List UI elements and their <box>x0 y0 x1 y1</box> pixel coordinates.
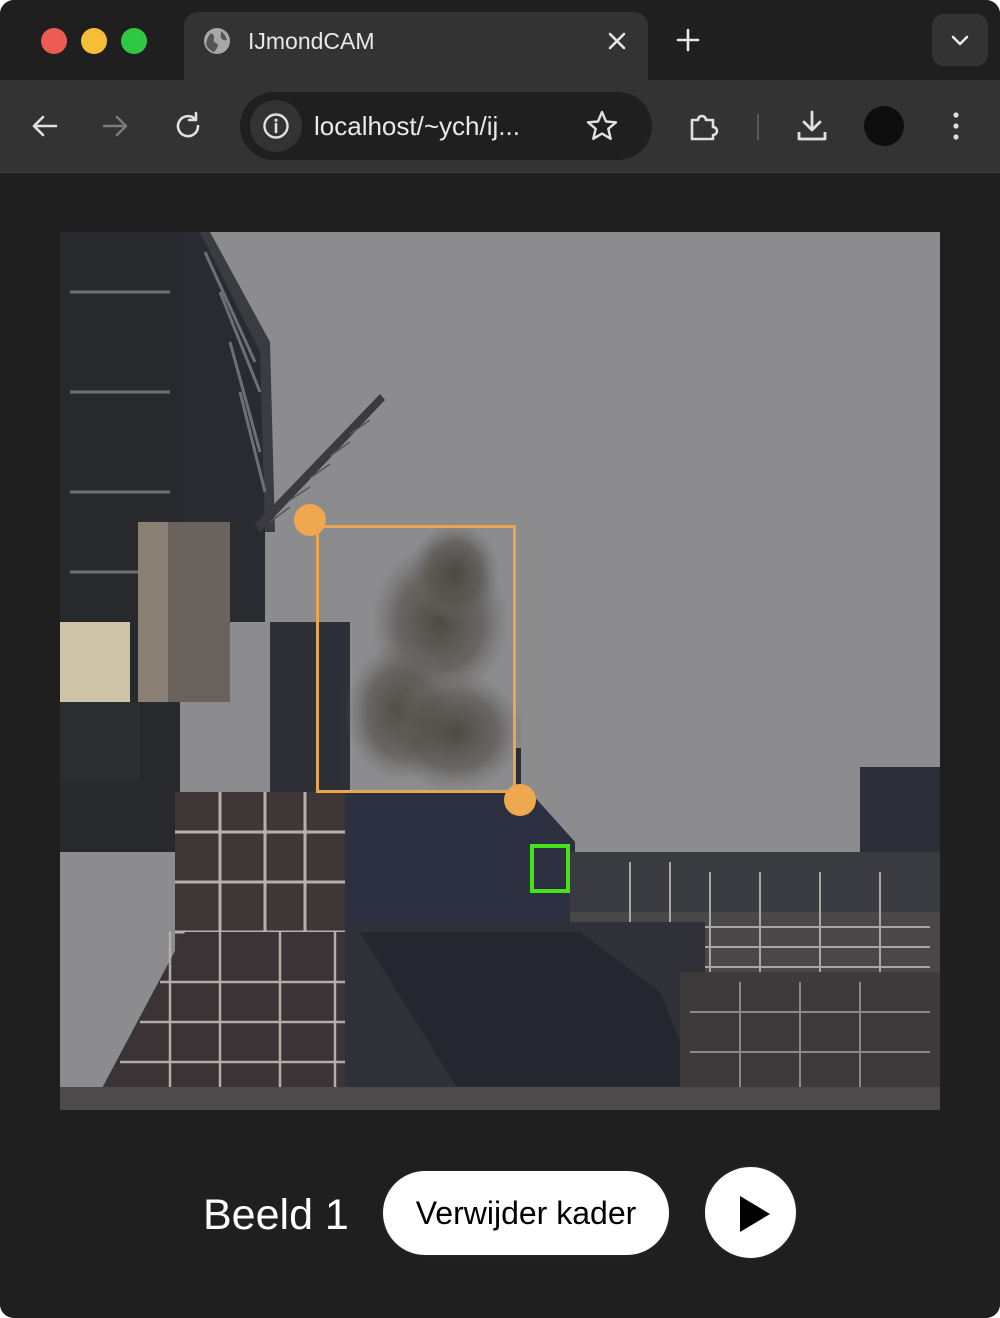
play-button[interactable] <box>703 1165 798 1260</box>
more-menu-icon[interactable] <box>938 108 974 144</box>
globe-icon <box>204 28 230 54</box>
reload-icon[interactable] <box>170 108 206 144</box>
bbox-top-left-handle[interactable] <box>294 504 326 536</box>
smoke-bounding-box[interactable] <box>316 525 516 793</box>
new-tab-icon[interactable] <box>672 24 704 56</box>
browser-window: IJmondCAM localhost/~ych/ij... Beeld 1 V… <box>0 0 1000 1318</box>
minimize-window-button[interactable] <box>81 28 107 54</box>
info-icon <box>263 113 289 139</box>
viewer-controls: Beeld 1 Verwijder kader <box>0 1163 1000 1263</box>
download-icon[interactable] <box>794 108 830 144</box>
bbox-bottom-right-handle[interactable] <box>504 784 536 816</box>
maximize-window-button[interactable] <box>121 28 147 54</box>
frame-label: Beeld 1 <box>203 1191 349 1239</box>
page-content: Beeld 1 Verwijder kader <box>0 173 1000 1318</box>
chevron-down-icon <box>951 35 969 46</box>
remove-box-button[interactable]: Verwijder kader <box>381 1169 671 1257</box>
forward-arrow-icon[interactable] <box>98 108 134 144</box>
close-tab-icon[interactable] <box>602 26 632 56</box>
close-window-button[interactable] <box>41 28 67 54</box>
tab-search-button[interactable] <box>932 14 988 66</box>
video-frame[interactable] <box>60 232 940 1110</box>
address-bar[interactable]: localhost/~ych/ij... <box>240 92 652 160</box>
site-info-button[interactable] <box>250 100 302 152</box>
tab-strip: IJmondCAM <box>0 0 1000 82</box>
play-icon <box>740 1196 770 1232</box>
toolbar-divider <box>757 114 759 140</box>
browser-tab[interactable]: IJmondCAM <box>184 12 648 82</box>
extensions-puzzle-icon[interactable] <box>686 108 722 144</box>
back-arrow-icon[interactable] <box>26 108 62 144</box>
tab-title: IJmondCAM <box>248 28 375 54</box>
bookmark-star-icon[interactable] <box>584 108 620 144</box>
reference-marker-box <box>530 844 570 893</box>
browser-toolbar: localhost/~ych/ij... <box>0 80 1000 172</box>
profile-avatar[interactable] <box>864 106 904 146</box>
url-text: localhost/~ych/ij... <box>314 111 520 141</box>
